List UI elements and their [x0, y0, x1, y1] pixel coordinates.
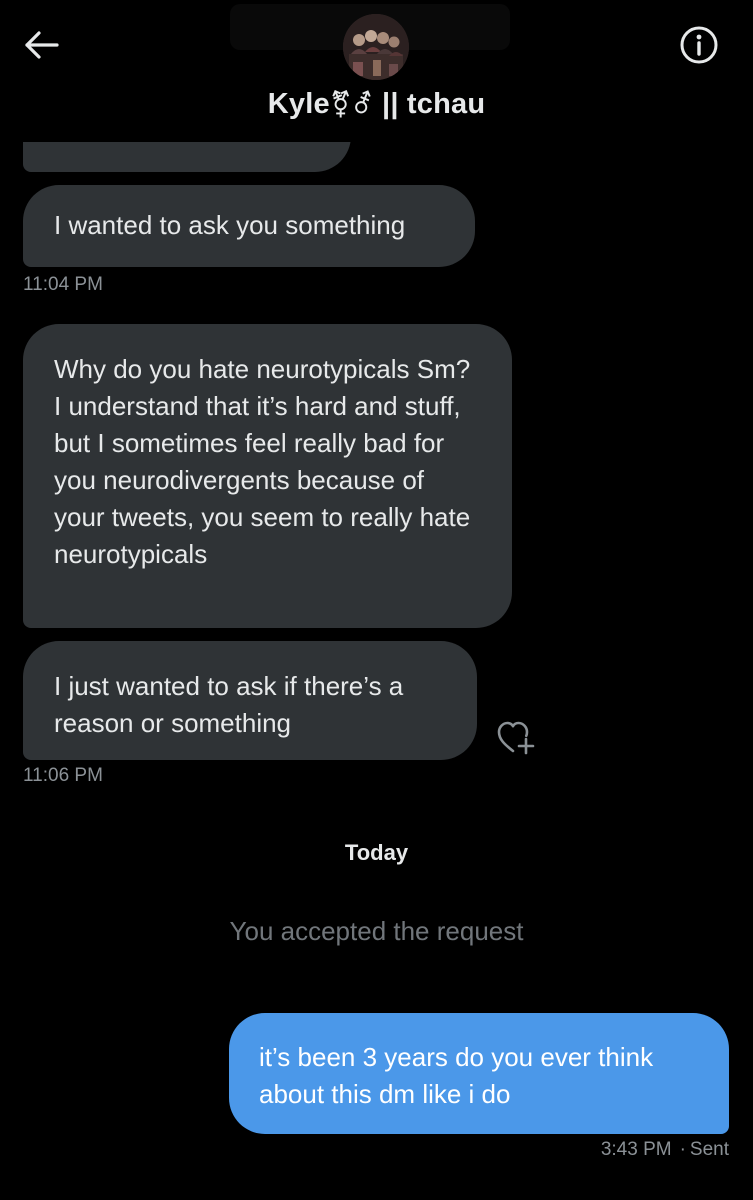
status-separator: · [679, 1139, 686, 1160]
message-bubble-received[interactable]: I wanted to ask you something [23, 185, 475, 267]
title-name: Kyle [267, 88, 330, 120]
info-circle-icon [680, 26, 718, 64]
message-text: it’s been 3 years do you ever think abou… [259, 1042, 654, 1109]
message-bubble-sent[interactable]: it’s been 3 years do you ever think abou… [229, 1013, 729, 1134]
back-button[interactable] [18, 22, 64, 68]
message-timestamp: 11:04 PM [23, 274, 103, 295]
add-reaction-heart-icon[interactable] [496, 720, 538, 756]
title-symbols: ⚧⚦ [329, 89, 374, 119]
conversation-title[interactable]: Kyle⚧⚦ || tchau [0, 88, 753, 121]
message-timestamp: 11:06 PM [23, 765, 103, 786]
message-text: Why do you hate neurotypicals Sm? I unde… [54, 354, 471, 569]
day-divider: Today [344, 840, 409, 865]
sent-message-status: 3:43 PM · Sent [601, 1139, 729, 1161]
message-text: I wanted to ask you something [54, 210, 406, 240]
arrow-left-icon [25, 31, 59, 59]
message-bubble-received[interactable]: I just wanted to ask if there’s a reason… [23, 641, 477, 760]
message-bubble-received[interactable]: Why do you hate neurotypicals Sm? I unde… [23, 324, 512, 628]
title-suffix: || tchau [373, 88, 486, 120]
sent-status: Sent [689, 1139, 729, 1160]
sent-time: 3:43 PM [600, 1139, 672, 1160]
info-button[interactable] [676, 22, 722, 68]
system-message: You accepted the request [229, 916, 524, 946]
conversation-header: Kyle⚧⚦ || tchau [0, 0, 753, 142]
message-text: I just wanted to ask if there’s a reason… [54, 671, 404, 738]
avatar[interactable] [343, 14, 409, 80]
